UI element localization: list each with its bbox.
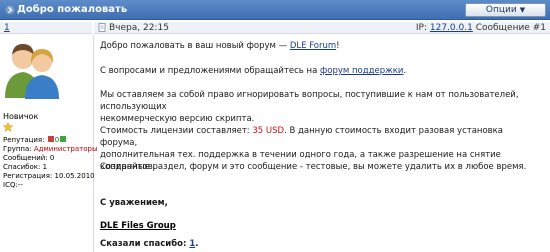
reputation-minus-button[interactable] — [47, 136, 54, 142]
group-label: Группа: — [3, 145, 32, 153]
options-label: Опции — [485, 5, 517, 15]
avatar[interactable] — [3, 38, 61, 100]
regards-line: С уважением, — [100, 198, 168, 208]
user-info: Новичок Репутация: 0 Группа: Администрат… — [3, 112, 97, 190]
reputation-value: 0 — [54, 136, 60, 144]
icq: ICQ:-- — [3, 181, 23, 189]
thanks-count: Спасибок: 1 — [3, 163, 48, 171]
messages-count: Сообщений: 0 — [3, 154, 55, 162]
post-number-link[interactable]: 1 — [4, 23, 10, 33]
thanks-line: Сказали спасибо: 1. — [100, 239, 199, 249]
reputation-row: Репутация: 0 — [3, 136, 93, 145]
welcome-paragraph: Добро пожаловать в ваш новый форум — DLE… — [100, 41, 340, 51]
arrow-right-icon — [5, 5, 15, 15]
ip-link[interactable]: 127.0.0.1 — [430, 23, 473, 33]
test-paragraph: Созданные раздел, форум и это сообщение … — [100, 162, 527, 172]
post-meta-bar: Вчера, 22:15 IP: 127.0.0.1 Сообщение #1 — [94, 22, 550, 34]
document-icon — [98, 23, 106, 32]
user-rank: Новичок — [3, 112, 39, 121]
column-divider — [93, 35, 94, 252]
signature: DLE Files Group — [100, 220, 176, 232]
topic-title: Добро пожаловать — [17, 4, 128, 15]
group-row: Группа: Администраторы — [3, 145, 97, 154]
registration-date: Регистрация: 10.05.2010 — [3, 172, 95, 180]
ignore-paragraph: Мы оставляем за собой право игнорировать… — [100, 90, 519, 124]
message-number: #1 — [532, 23, 546, 33]
post-date: Вчера, 22:15 — [109, 23, 169, 33]
star-icon — [3, 122, 13, 132]
support-paragraph: С вопросами и предложениями обращайтесь … — [100, 66, 407, 76]
options-button[interactable]: Опции ▼ — [465, 3, 546, 17]
dle-files-group-link[interactable]: DLE Files Group — [100, 221, 176, 231]
forum-header-bar: Добро пожаловать Опции ▼ — [0, 0, 550, 20]
post-number-cell: 1 — [0, 22, 92, 34]
message-label: Сообщение — [475, 23, 530, 33]
group-value: Администраторы — [33, 145, 98, 153]
license-price: 35 USD — [252, 126, 285, 136]
ip-label: IP: — [415, 23, 427, 33]
dle-forum-link[interactable]: DLE Forum — [290, 41, 336, 51]
support-forum-link[interactable]: форум поддержки — [320, 66, 403, 76]
reputation-label: Репутация: — [3, 136, 45, 144]
reputation-plus-button[interactable] — [60, 136, 67, 142]
post-ip-info: IP: 127.0.0.1 Сообщение #1 — [416, 23, 546, 33]
chevron-down-icon: ▼ — [519, 6, 526, 14]
